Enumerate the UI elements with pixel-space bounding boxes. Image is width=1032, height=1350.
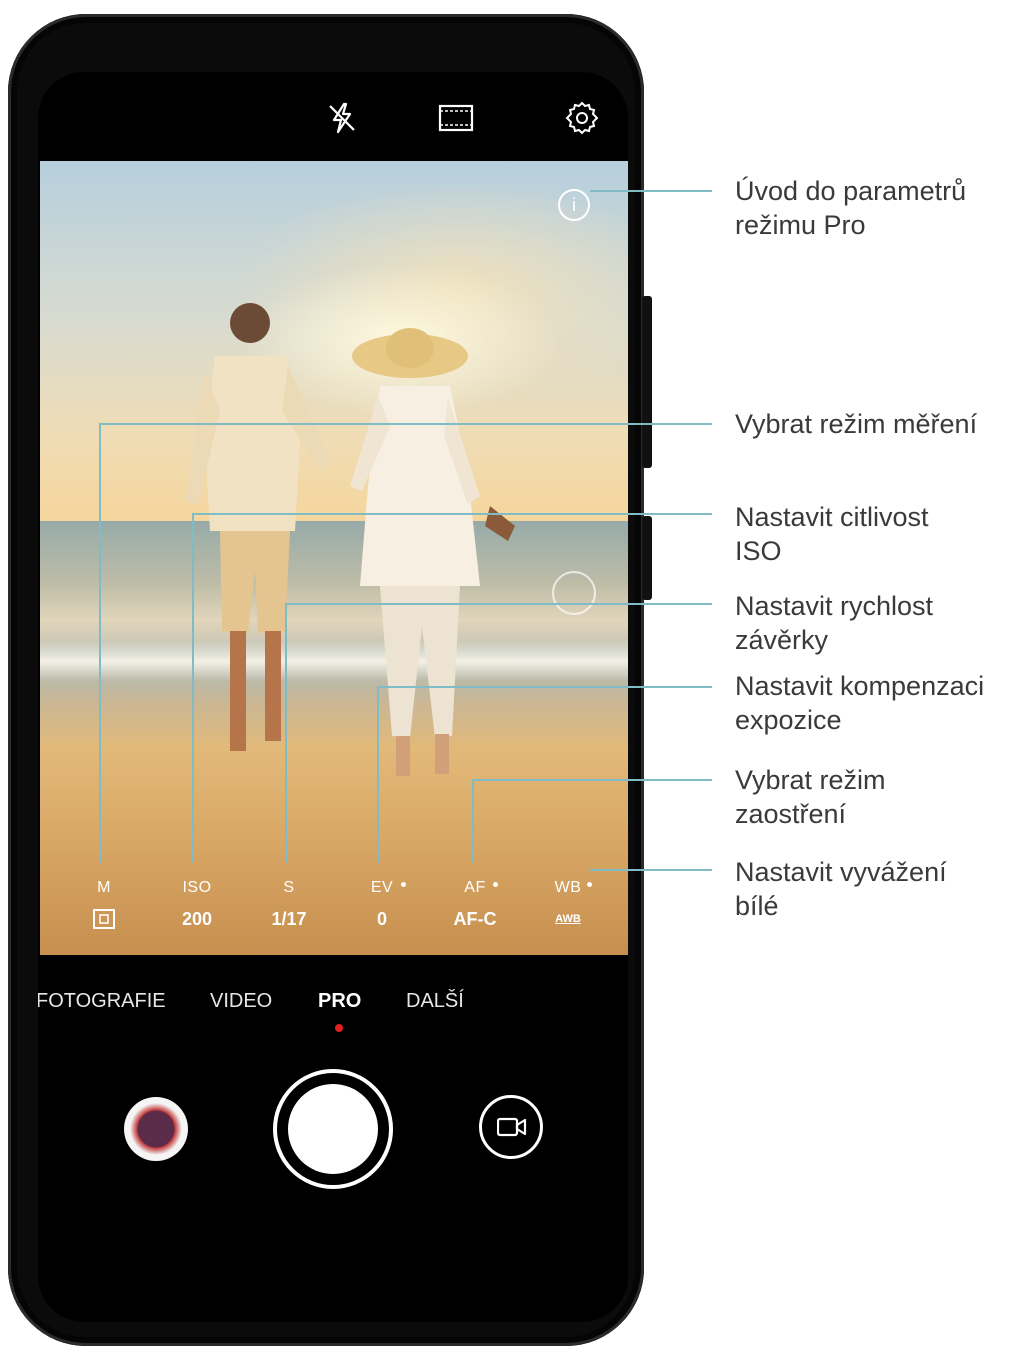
- man-figure: [185, 303, 330, 751]
- param-metering-label[interactable]: M: [74, 879, 134, 897]
- callout-line-af: [472, 779, 712, 781]
- param-iso-label[interactable]: ISO: [167, 879, 227, 897]
- viewfinder[interactable]: i M ISO S EV AF WB 200 1/17 0 AF-C AWB: [40, 161, 628, 955]
- callout-line-af-v: [472, 779, 474, 863]
- wb-auto-dot: [587, 882, 592, 887]
- active-mode-dot: [335, 1024, 343, 1032]
- shutter-button[interactable]: [273, 1069, 393, 1189]
- aspect-ratio-icon[interactable]: [436, 98, 476, 138]
- video-camera-icon: [497, 1117, 527, 1137]
- callout-wb: Nastavit vyvážení bílé: [735, 857, 947, 921]
- callout-line-shutter: [285, 603, 712, 605]
- callout-af: Vybrat režim zaostření: [735, 765, 886, 829]
- gallery-thumbnail[interactable]: [124, 1097, 188, 1161]
- callout-line-info: [590, 190, 712, 192]
- callout-line-iso-v: [192, 513, 194, 863]
- callout-metering: Vybrat režim měření: [735, 409, 978, 439]
- callout-shutter: Nastavit rychlost závěrky: [735, 591, 934, 655]
- param-iso-value[interactable]: 200: [157, 909, 237, 930]
- volume-button: [642, 296, 652, 468]
- callout-info: Úvod do parametrů režimu Pro: [735, 176, 967, 240]
- pro-info-button[interactable]: i: [558, 189, 590, 221]
- mode-selector: FOTOGRAFIE VIDEO PRO DALŠÍ: [38, 990, 628, 1032]
- mode-pro[interactable]: PRO: [318, 990, 361, 1013]
- callout-line-ev-v: [377, 686, 379, 863]
- switch-to-video-button[interactable]: [479, 1095, 543, 1159]
- mode-video[interactable]: VIDEO: [210, 990, 272, 1013]
- callout-line-shutter-v: [285, 603, 287, 863]
- ev-auto-dot: [401, 882, 406, 887]
- callout-line-wb: [590, 869, 712, 871]
- callout-iso: Nastavit citlivost ISO: [735, 502, 929, 566]
- phone-frame: i M ISO S EV AF WB 200 1/17 0 AF-C AWB F…: [8, 14, 652, 1346]
- param-af-value[interactable]: AF-C: [435, 909, 515, 930]
- mode-photo[interactable]: FOTOGRAFIE: [38, 990, 166, 1013]
- param-wb-value[interactable]: AWB: [528, 913, 608, 925]
- zoom-control[interactable]: [552, 571, 596, 615]
- power-button: [642, 516, 652, 600]
- param-shutter-label[interactable]: S: [259, 879, 319, 897]
- camera-screen: i M ISO S EV AF WB 200 1/17 0 AF-C AWB F…: [38, 72, 628, 1322]
- metering-icon[interactable]: [93, 909, 115, 929]
- callout-line-metering-v: [99, 423, 101, 863]
- callout-line-metering: [99, 423, 712, 425]
- param-shutter-value[interactable]: 1/17: [249, 909, 329, 930]
- camera-topbar: [38, 72, 628, 162]
- shutter-inner: [288, 1084, 378, 1174]
- param-ev-value[interactable]: 0: [342, 909, 422, 930]
- woman-figure: [350, 328, 515, 776]
- settings-gear-icon[interactable]: [562, 98, 602, 138]
- callout-ev: Nastavit kompenzaci expozice: [735, 671, 985, 735]
- mode-more[interactable]: DALŠÍ: [406, 990, 464, 1013]
- flash-off-icon[interactable]: [322, 98, 362, 138]
- callout-line-iso: [192, 513, 712, 515]
- af-auto-dot: [493, 882, 498, 887]
- callout-line-ev: [377, 686, 712, 688]
